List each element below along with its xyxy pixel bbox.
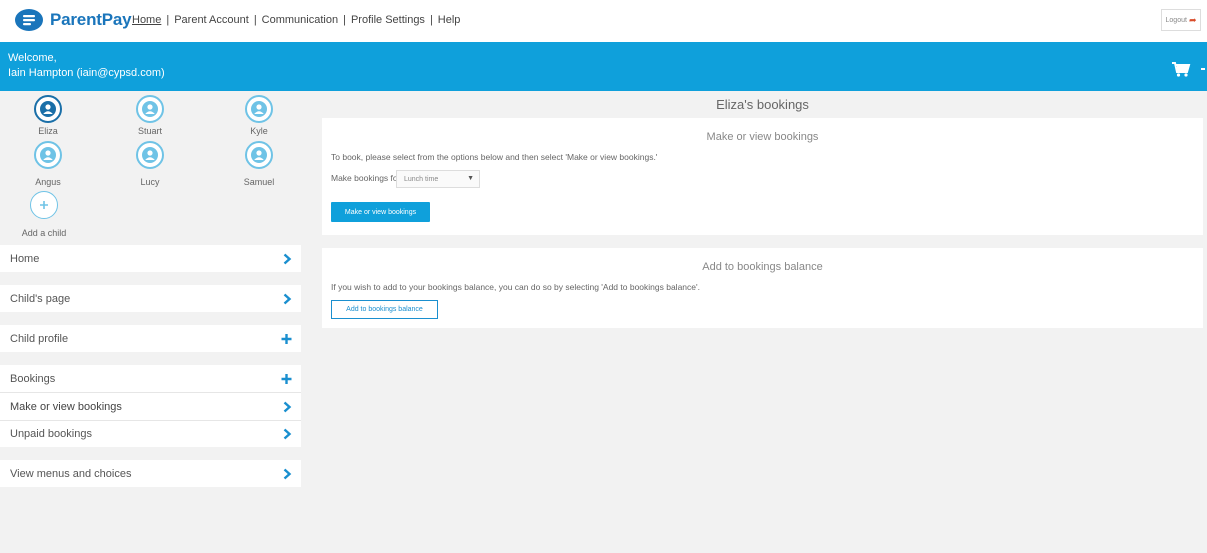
- child-name: Eliza: [38, 126, 58, 136]
- add-child-button[interactable]: Add a child: [9, 191, 79, 238]
- chevron-right-icon: [283, 293, 292, 304]
- sidebar-item-view-menus[interactable]: View menus and choices: [0, 460, 301, 487]
- user-icon: [34, 141, 62, 169]
- user-icon: [245, 95, 273, 123]
- sidebar-item-label: Bookings: [10, 372, 56, 385]
- welcome-banner: Welcome, Iain Hampton (iain@cypsd.com): [0, 42, 1207, 91]
- sidebar-item-label: Child profile: [10, 332, 69, 345]
- logout-label: Logout: [1165, 16, 1187, 24]
- sidebar-item-label: Unpaid bookings: [10, 428, 92, 440]
- sidebar-item-label: Make or view bookings: [10, 400, 122, 413]
- child-name: Kyle: [250, 126, 268, 136]
- card-instructions: If you wish to add to your bookings bala…: [331, 282, 700, 292]
- page-title: Eliza's bookings: [716, 97, 809, 112]
- plus-icon: [281, 333, 292, 344]
- parentpay-logo-icon: [15, 9, 43, 31]
- sidebar-item-home[interactable]: Home: [0, 245, 301, 272]
- user-icon: [34, 95, 62, 123]
- logo-text: ParentPay: [50, 10, 132, 29]
- plus-icon: [281, 373, 292, 384]
- add-child-label: Add a child: [21, 228, 67, 238]
- nav-communication[interactable]: Communication: [262, 14, 338, 26]
- child-lucy[interactable]: Lucy: [115, 141, 185, 187]
- sidebar-item-childs-page[interactable]: Child's page: [0, 285, 301, 312]
- chevron-right-icon: [283, 253, 292, 264]
- plus-icon: [30, 191, 58, 219]
- parentpay-logo[interactable]: ParentPay: [14, 8, 132, 32]
- sidebar-item-label: View menus and choices: [10, 467, 132, 480]
- child-angus[interactable]: Angus: [13, 141, 83, 187]
- add-to-bookings-balance-button[interactable]: Add to bookings balance: [331, 300, 438, 319]
- cart-menu-indicator: [1201, 68, 1205, 70]
- sidebar-item-unpaid-bookings[interactable]: Unpaid bookings: [0, 421, 301, 447]
- card-instructions: To book, please select from the options …: [331, 152, 658, 162]
- welcome-text: Welcome,: [8, 52, 57, 64]
- make-or-view-bookings-button[interactable]: Make or view bookings: [331, 202, 430, 222]
- select-value: Lunch time: [404, 175, 439, 183]
- caret-down-icon: ▼: [467, 175, 474, 182]
- children-selector: Eliza Stuart Kyle Angus Lucy Samuel Add …: [0, 95, 300, 240]
- child-name: Samuel: [243, 177, 275, 187]
- child-eliza[interactable]: Eliza: [13, 95, 83, 136]
- logout-button[interactable]: Logout ➦: [1161, 9, 1201, 31]
- sidebar-item-child-profile[interactable]: Child profile: [0, 325, 301, 352]
- logout-icon: ➦: [1188, 14, 1197, 25]
- sidebar-item-label: Child's page: [10, 292, 71, 305]
- child-stuart[interactable]: Stuart: [115, 95, 185, 136]
- booking-type-select[interactable]: Lunch time ▼: [396, 170, 480, 188]
- chevron-right-icon: [283, 428, 292, 440]
- card-title: Make or view bookings: [706, 131, 819, 143]
- sidebar-item-label: Home: [10, 252, 40, 265]
- child-name: Stuart: [137, 126, 162, 136]
- user-name: Iain Hampton (iain@cypsd.com): [8, 67, 165, 79]
- child-name: Lucy: [140, 177, 160, 187]
- top-nav: Home | Parent Account | Communication | …: [132, 14, 461, 26]
- user-icon: [245, 141, 273, 169]
- nav-help[interactable]: Help: [438, 14, 461, 26]
- nav-profile-settings[interactable]: Profile Settings: [351, 14, 425, 26]
- bookings-balance-card: Add to bookings balance If you wish to a…: [322, 248, 1203, 328]
- chevron-right-icon: [283, 401, 292, 412]
- card-title: Add to bookings balance: [702, 261, 823, 273]
- user-icon: [136, 95, 164, 123]
- nav-home[interactable]: Home: [132, 14, 161, 26]
- cart-icon[interactable]: [1171, 61, 1191, 77]
- top-bar: ParentPay Home | Parent Account | Commun…: [0, 0, 1207, 42]
- user-icon: [136, 141, 164, 169]
- child-kyle[interactable]: Kyle: [224, 95, 294, 136]
- make-bookings-card: Make or view bookings To book, please se…: [322, 118, 1203, 235]
- chevron-right-icon: [283, 468, 292, 479]
- sidebar-item-make-or-view-bookings[interactable]: Make or view bookings: [0, 393, 301, 420]
- child-name: Angus: [35, 177, 61, 187]
- nav-parent-account[interactable]: Parent Account: [174, 14, 249, 26]
- sidebar-item-bookings[interactable]: Bookings: [0, 365, 301, 392]
- make-bookings-for-label: Make bookings for:: [331, 173, 403, 183]
- child-samuel[interactable]: Samuel: [224, 141, 294, 187]
